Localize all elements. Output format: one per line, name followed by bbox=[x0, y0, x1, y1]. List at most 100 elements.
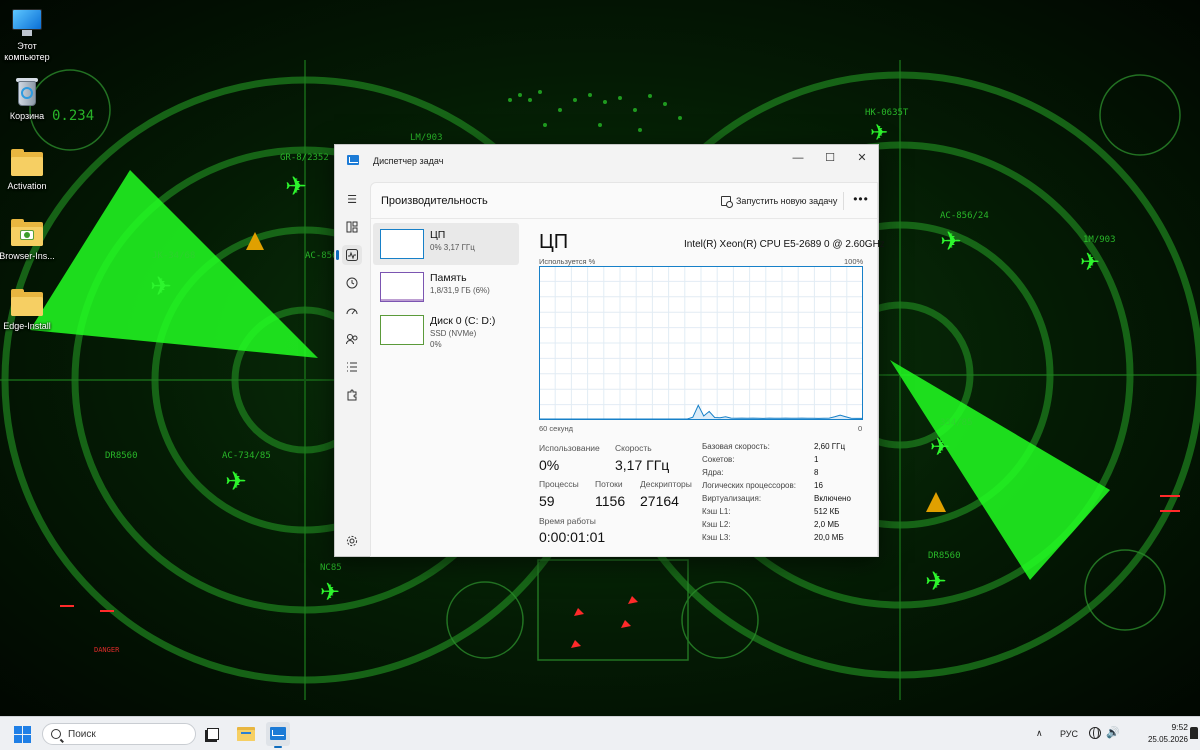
services-nav-button[interactable] bbox=[342, 385, 362, 405]
spec-label: Виртуализация: bbox=[702, 494, 762, 503]
desktop-icon-label: Browser-Ins... bbox=[0, 251, 55, 261]
users-icon bbox=[346, 334, 358, 345]
spec-label: Логических процессоров: bbox=[702, 481, 796, 490]
app-history-nav-button[interactable] bbox=[342, 273, 362, 293]
svg-text:✈: ✈ bbox=[285, 172, 307, 202]
run-task-icon bbox=[721, 196, 733, 208]
header-divider bbox=[843, 192, 844, 210]
hamburger-menu-button[interactable]: ☰ bbox=[342, 189, 362, 209]
maximize-button[interactable]: ☐ bbox=[814, 149, 846, 167]
recycle-bin-icon bbox=[10, 78, 44, 108]
spec-value: 16 bbox=[814, 481, 823, 490]
task-manager-window: Диспетчер задач — ☐ ✕ ☰ Производительнос… bbox=[334, 144, 885, 557]
flight-label: GR-8/2352 bbox=[280, 153, 329, 163]
speed-value: 3,17 ГГц bbox=[615, 457, 670, 473]
spec-label: Кэш L2: bbox=[702, 520, 731, 529]
memory-thumbnail-graph bbox=[380, 272, 424, 302]
desktop-icon-recycle-bin[interactable]: Корзина bbox=[0, 78, 62, 122]
spec-value: 20,0 МБ bbox=[814, 533, 844, 542]
windows-logo-icon bbox=[14, 726, 22, 734]
resource-item-memory[interactable]: Память 1,8/31,9 ГБ (6%) bbox=[373, 266, 519, 308]
task-manager-taskbar-button[interactable] bbox=[266, 722, 290, 748]
clock-time[interactable]: 9:52 bbox=[1142, 722, 1188, 732]
more-options-button[interactable]: ••• bbox=[851, 192, 871, 210]
startup-apps-nav-button[interactable] bbox=[342, 301, 362, 321]
graph-x-label: 60 секунд bbox=[539, 424, 573, 433]
processes-icon bbox=[346, 221, 358, 233]
danger-label: DANGER bbox=[94, 646, 120, 654]
resource-item-disk[interactable]: Диск 0 (C: D:) SSD (NVMe) 0% bbox=[373, 309, 519, 355]
svg-text:✈: ✈ bbox=[925, 567, 947, 597]
left-radar-sweep bbox=[30, 170, 318, 358]
search-icon bbox=[51, 729, 61, 739]
desktop-icon-label: Activation bbox=[7, 181, 47, 191]
desktop-icon-browser-install[interactable]: Browser-Ins... bbox=[0, 218, 62, 262]
minimize-button[interactable]: — bbox=[782, 149, 814, 167]
title-bar[interactable]: Диспетчер задач — ☐ ✕ bbox=[335, 145, 878, 177]
desktop-icon-edge-install[interactable]: Edge-Install bbox=[0, 288, 62, 332]
spec-label: Кэш L3: bbox=[702, 533, 731, 542]
uptime-value: 0:00:01:01 bbox=[539, 529, 606, 545]
svg-text:✈: ✈ bbox=[940, 227, 962, 257]
usage-value: 0% bbox=[539, 457, 560, 473]
spec-label: Базовая скорость: bbox=[702, 442, 770, 451]
flight-label: AC-734/85 bbox=[222, 451, 271, 461]
network-icon[interactable] bbox=[1089, 727, 1101, 739]
taskbar-search-box[interactable]: Поиск bbox=[42, 723, 196, 745]
performance-icon bbox=[346, 249, 358, 261]
processes-nav-button[interactable] bbox=[342, 217, 362, 237]
desktop-icon-label: Edge-Install bbox=[3, 321, 51, 331]
graph-y-label: Используется % bbox=[539, 257, 596, 266]
flight-label: 1M/903 bbox=[1083, 235, 1116, 245]
threads-value: 1156 bbox=[595, 493, 626, 509]
processes-value: 59 bbox=[539, 493, 555, 509]
svg-text:✈: ✈ bbox=[225, 467, 247, 497]
this-pc-icon bbox=[10, 8, 44, 38]
file-explorer-taskbar-button[interactable] bbox=[234, 722, 258, 746]
task-view-button[interactable] bbox=[201, 722, 225, 746]
details-nav-button[interactable] bbox=[342, 357, 362, 377]
flight-label: LM/903 bbox=[410, 133, 443, 143]
desktop-icon-activation[interactable]: Activation bbox=[0, 148, 62, 192]
cpu-thumbnail-graph bbox=[380, 229, 424, 259]
users-nav-button[interactable] bbox=[342, 329, 362, 349]
flight-label: DR8560 bbox=[928, 551, 961, 561]
desktop-icon-label: Корзина bbox=[9, 111, 45, 121]
desktop-icon-this-pc[interactable]: Этот компьютер bbox=[0, 8, 62, 63]
flight-label: JK-34/68 bbox=[152, 251, 195, 261]
navigation-rail: ☰ bbox=[335, 177, 369, 557]
cpu-usage-graph bbox=[539, 266, 863, 420]
start-button[interactable] bbox=[14, 726, 31, 743]
spec-value: Включено bbox=[814, 494, 851, 503]
gear-icon bbox=[346, 535, 358, 547]
resource-name: Диск 0 (C: D:) bbox=[430, 315, 496, 327]
notifications-icon[interactable] bbox=[1190, 727, 1198, 739]
resource-name: ЦП bbox=[430, 229, 446, 241]
close-button[interactable]: ✕ bbox=[846, 149, 878, 167]
volume-icon[interactable]: 🔊 bbox=[1106, 726, 1120, 739]
graph-y-max-label: 100% bbox=[844, 257, 864, 266]
spec-value: 512 КБ bbox=[814, 507, 840, 516]
spec-value: 2,60 ГГц bbox=[814, 442, 846, 451]
details-list-icon bbox=[347, 362, 357, 372]
folder-icon bbox=[10, 288, 44, 318]
resource-item-cpu[interactable]: ЦП 0% 3,17 ГГц bbox=[373, 223, 519, 265]
run-new-task-button[interactable]: Запустить новую задачу bbox=[721, 192, 837, 210]
processes-label: Процессы bbox=[539, 479, 579, 489]
svg-text:✈: ✈ bbox=[1080, 248, 1100, 276]
handles-value: 27164 bbox=[640, 493, 679, 509]
performance-nav-button[interactable] bbox=[336, 245, 362, 265]
input-language-indicator[interactable]: РУС bbox=[1060, 729, 1078, 739]
run-task-label: Запустить новую задачу bbox=[736, 196, 838, 206]
performance-panel: Производительность Запустить новую задач… bbox=[370, 182, 885, 557]
history-icon bbox=[346, 277, 358, 289]
flight-label: 334/85 bbox=[940, 418, 973, 428]
dot-map bbox=[508, 90, 682, 132]
task-manager-app-icon bbox=[347, 155, 359, 165]
settings-button[interactable] bbox=[342, 533, 362, 549]
panel-header: Производительность Запустить новую задач… bbox=[371, 183, 877, 219]
right-radar-sweep bbox=[890, 360, 1110, 580]
svg-text:✈: ✈ bbox=[870, 121, 888, 146]
clock-date[interactable]: 25.05.2026 bbox=[1124, 735, 1188, 744]
show-hidden-icons-button[interactable]: ∧ bbox=[1036, 728, 1043, 739]
